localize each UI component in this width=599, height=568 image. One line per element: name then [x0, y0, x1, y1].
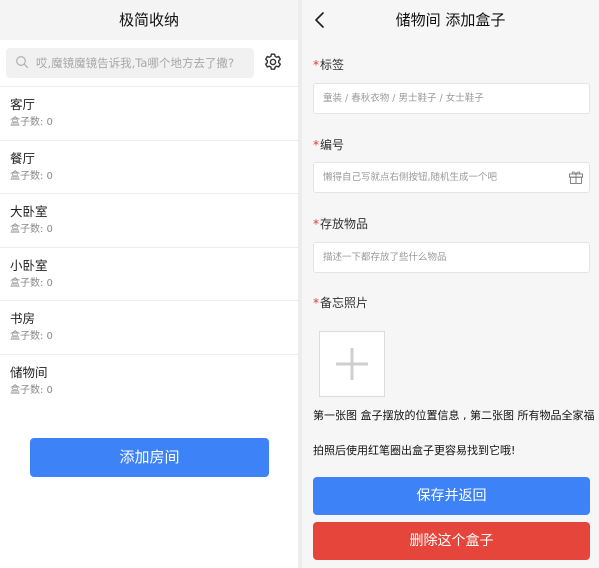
room-item[interactable]: 储物间 盒子数: 0: [0, 353, 298, 408]
required-mark: *: [313, 217, 319, 231]
room-item[interactable]: 餐厅 盒子数: 0: [0, 139, 298, 194]
number-label-text: 编号: [320, 138, 345, 152]
gift-icon[interactable]: [568, 169, 584, 185]
photos-label: *备忘照片: [313, 294, 368, 311]
room-name: 大卧室: [10, 204, 48, 219]
add-box-screen: 储物间 添加盒子 *标签 *编号 *存放物品 *备忘照片 第一张图 盒子摆放的位…: [302, 0, 599, 568]
items-input[interactable]: [313, 242, 590, 273]
search-box[interactable]: [6, 48, 254, 78]
search-input[interactable]: [36, 48, 250, 78]
plus-icon: [336, 348, 368, 380]
tag-label-text: 标签: [320, 58, 345, 72]
room-item[interactable]: 客厅 盒子数: 0: [0, 86, 298, 140]
room-name: 餐厅: [10, 150, 36, 166]
number-label: *编号: [313, 136, 344, 153]
room-list-screen: 极简收纳 客厅 盒子数: 0 餐厅 盒子数: 0 大卧室 盒子数: 0: [0, 0, 298, 568]
room-name: 书房: [10, 311, 36, 326]
room-list: 客厅 盒子数: 0 餐厅 盒子数: 0 大卧室 盒子数: 0 小卧室 盒子数: …: [0, 86, 298, 407]
gear-icon[interactable]: [263, 52, 283, 72]
room-box-count: 盒子数: 0: [10, 331, 53, 342]
add-room-button[interactable]: 添加房间: [30, 438, 269, 477]
photo-hint-line1: 第一张图 盒子摆放的位置信息 , 第二张图 所有物品全家福: [313, 409, 595, 422]
search-bar: [0, 46, 298, 80]
room-item[interactable]: 大卧室 盒子数: 0: [0, 193, 298, 247]
room-box-count: 盒子数: 0: [10, 170, 53, 182]
delete-box-button[interactable]: 删除这个盒子: [313, 522, 590, 560]
photo-hint-line2: 拍照后使用红笔圈出盒子更容易找到它哦!: [313, 444, 516, 457]
page-title: 储物间 添加盒子: [302, 0, 599, 40]
photos-label-text: 备忘照片: [320, 296, 369, 310]
room-item[interactable]: 书房 盒子数: 0: [0, 300, 298, 354]
save-and-return-button[interactable]: 保存并返回: [313, 477, 590, 515]
room-name: 客厅: [10, 97, 36, 112]
items-label: *存放物品: [313, 215, 368, 232]
required-mark: *: [313, 296, 319, 310]
tag-input[interactable]: [313, 83, 590, 114]
items-label-text: 存放物品: [320, 217, 369, 231]
room-box-count: 盒子数: 0: [10, 117, 53, 128]
number-input[interactable]: [313, 162, 590, 193]
room-box-count: 盒子数: 0: [10, 277, 53, 289]
room-item[interactable]: 小卧室 盒子数: 0: [0, 246, 298, 301]
required-mark: *: [313, 138, 319, 152]
back-icon[interactable]: [310, 10, 330, 30]
room-name: 储物间: [10, 364, 48, 380]
room-box-count: 盒子数: 0: [10, 224, 53, 235]
add-photo-button[interactable]: [319, 331, 385, 397]
tag-label: *标签: [313, 56, 344, 73]
search-icon: [16, 56, 29, 69]
required-mark: *: [313, 58, 319, 72]
room-box-count: 盒子数: 0: [10, 384, 53, 396]
app-title: 极简收纳: [0, 0, 298, 40]
room-name: 小卧室: [10, 257, 48, 273]
